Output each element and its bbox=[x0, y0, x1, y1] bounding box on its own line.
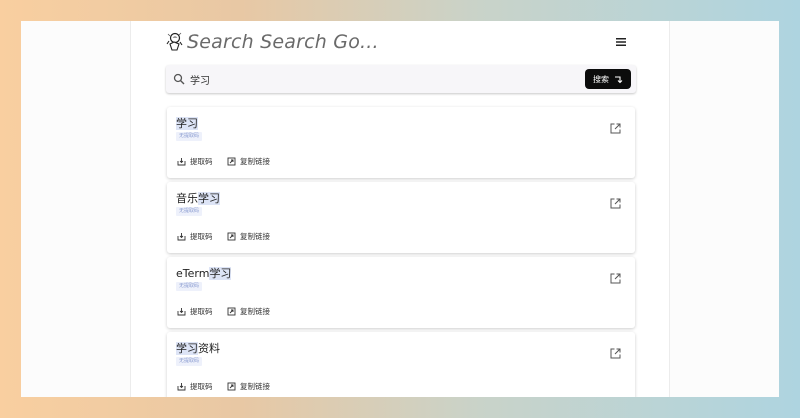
open-external-icon[interactable] bbox=[610, 348, 621, 359]
search-button[interactable]: 搜索 bbox=[585, 69, 631, 89]
copy-link-icon bbox=[227, 157, 236, 166]
copy-link-button[interactable]: 复制链接 bbox=[227, 156, 270, 167]
no-code-tag: 无提取码 bbox=[176, 282, 203, 291]
title-highlight: 学习 bbox=[198, 192, 220, 205]
copy-link-label: 复制链接 bbox=[240, 307, 270, 316]
title-highlight: 学习 bbox=[176, 117, 198, 130]
copy-link-button[interactable]: 复制链接 bbox=[227, 306, 270, 317]
hamburger-menu-icon[interactable] bbox=[614, 35, 631, 49]
astronaut-logo-icon[interactable] bbox=[166, 32, 183, 52]
result-title[interactable]: 学习资料 bbox=[176, 340, 220, 356]
download-box-icon bbox=[177, 308, 186, 316]
results-list: 学习 无提取码 提取码 复制链接 音乐学习 无提取码 提取码 复制链接 eTer… bbox=[167, 107, 635, 397]
result-title[interactable]: 学习 bbox=[176, 115, 198, 131]
extract-code-button[interactable]: 提取码 bbox=[177, 156, 213, 167]
copy-link-label: 复制链接 bbox=[240, 382, 270, 391]
extract-code-label: 提取码 bbox=[190, 232, 213, 241]
copy-link-icon bbox=[227, 382, 236, 391]
no-code-tag: 无提取码 bbox=[176, 132, 203, 141]
copy-link-label: 复制链接 bbox=[240, 157, 270, 166]
search-icon bbox=[173, 73, 185, 85]
download-box-icon bbox=[177, 383, 186, 391]
title-highlight: 学习 bbox=[209, 267, 232, 280]
result-card[interactable]: eTerm学习 无提取码 提取码 复制链接 bbox=[167, 257, 635, 328]
result-card[interactable]: 学习 无提取码 提取码 复制链接 bbox=[167, 107, 635, 178]
result-title[interactable]: eTerm学习 bbox=[176, 265, 232, 281]
extract-code-label: 提取码 bbox=[190, 382, 213, 391]
browser-viewport: Search Search Go... 搜索 bbox=[21, 21, 779, 397]
open-external-icon[interactable] bbox=[610, 273, 621, 284]
extract-code-button[interactable]: 提取码 bbox=[177, 306, 213, 317]
search-input[interactable] bbox=[190, 69, 570, 89]
extract-code-button[interactable]: 提取码 bbox=[177, 381, 213, 392]
download-box-icon bbox=[177, 158, 186, 166]
search-bar: 搜索 bbox=[166, 65, 636, 93]
title-highlight: 学习 bbox=[176, 342, 198, 355]
copy-link-icon bbox=[227, 232, 236, 241]
arrow-turn-icon bbox=[615, 75, 623, 83]
result-card[interactable]: 音乐学习 无提取码 提取码 复制链接 bbox=[167, 182, 635, 253]
copy-link-label: 复制链接 bbox=[240, 232, 270, 241]
no-code-tag: 无提取码 bbox=[176, 207, 203, 216]
result-title[interactable]: 音乐学习 bbox=[176, 190, 220, 206]
copy-link-icon bbox=[227, 307, 236, 316]
copy-link-button[interactable]: 复制链接 bbox=[227, 381, 270, 392]
open-external-icon[interactable] bbox=[610, 198, 621, 209]
copy-link-button[interactable]: 复制链接 bbox=[227, 231, 270, 242]
open-external-icon[interactable] bbox=[610, 123, 621, 134]
page-container: Search Search Go... 搜索 bbox=[130, 21, 670, 397]
search-button-label: 搜索 bbox=[593, 74, 609, 84]
extract-code-label: 提取码 bbox=[190, 307, 213, 316]
extract-code-button[interactable]: 提取码 bbox=[177, 231, 213, 242]
extract-code-label: 提取码 bbox=[190, 157, 213, 166]
app-header: Search Search Go... bbox=[131, 21, 671, 63]
result-card[interactable]: 学习资料 无提取码 提取码 复制链接 bbox=[167, 332, 635, 397]
app-title: Search Search Go... bbox=[187, 31, 379, 53]
no-code-tag: 无提取码 bbox=[176, 357, 203, 366]
download-box-icon bbox=[177, 233, 186, 241]
